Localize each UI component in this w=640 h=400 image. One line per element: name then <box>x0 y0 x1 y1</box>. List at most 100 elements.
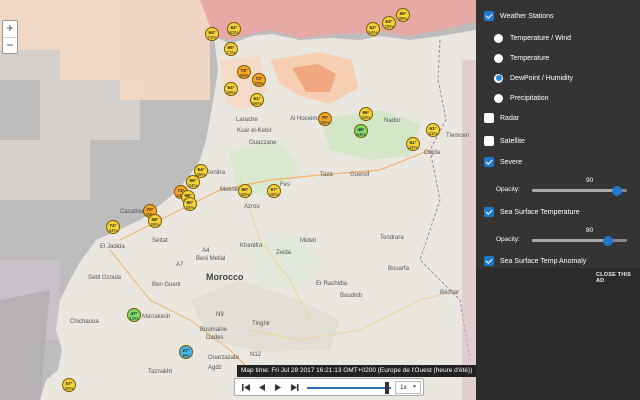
map-label: Ksar el-Kebir <box>237 128 272 134</box>
weather-station-marker[interactable]: 64° 39% <box>224 82 238 96</box>
radio-precipitation[interactable]: Precipitation <box>494 90 549 106</box>
map-label: Béchar <box>440 290 460 296</box>
skip-back-icon[interactable] <box>239 381 253 394</box>
checkbox-checked-icon[interactable] <box>484 256 494 266</box>
sst-opacity-label: Opacity: <box>496 236 520 243</box>
checkbox-checked-icon[interactable] <box>484 11 494 21</box>
zoom-out-button[interactable]: − <box>3 37 17 53</box>
timeline-handle[interactable] <box>384 382 389 394</box>
map-label: Beni Mellal <box>196 256 226 262</box>
map-label: Settat <box>152 238 168 244</box>
layer-label: Satellite <box>500 137 525 145</box>
weather-station-marker[interactable]: 72° 34% <box>106 220 120 234</box>
layer-label: Sea Surface Temperature <box>500 208 580 216</box>
checkbox-icon[interactable] <box>484 136 494 146</box>
layer-radar[interactable]: Radar <box>484 110 519 126</box>
weather-station-marker[interactable]: 62° 54% <box>366 22 380 36</box>
layer-label: Severe <box>500 158 523 166</box>
timeline-track[interactable] <box>307 387 391 389</box>
map-label: Tendrara <box>380 235 404 241</box>
layer-label: Radar <box>500 114 520 122</box>
layer-satellite[interactable]: Satellite <box>484 133 525 149</box>
map-label: Guercif <box>350 172 370 178</box>
map-label: Chichaoua <box>70 319 99 325</box>
slider-handle[interactable] <box>603 235 613 246</box>
layer-sea-surface-temperature[interactable]: Sea Surface Temperature <box>484 204 580 220</box>
layer-weather-stations[interactable]: Weather Stations <box>484 8 554 24</box>
weather-station-marker[interactable]: 64° 73% <box>205 27 219 41</box>
severe-opacity-value: 90 <box>586 177 594 184</box>
timeline-player: 1x ▼ <box>234 378 424 396</box>
radio-label: Temperature <box>510 54 550 62</box>
step-forward-icon[interactable] <box>287 381 301 394</box>
weather-station-marker[interactable]: 60° 30% <box>238 184 252 198</box>
map-label: Larache <box>236 117 258 123</box>
map-base <box>0 0 476 400</box>
map-label: Ouarzazate <box>208 355 240 361</box>
layer-list: Weather Stations Temperature / Wind Temp… <box>476 0 640 268</box>
sst-opacity-slider[interactable] <box>532 235 627 246</box>
weather-station-marker[interactable]: 65° 71% <box>224 42 238 56</box>
radio-icon[interactable] <box>494 53 503 63</box>
slider-handle[interactable] <box>612 185 622 196</box>
map-label: Agdz <box>208 365 222 371</box>
layer-sea-surface-temp-anomaly[interactable]: Sea Surface Temp Anomaly <box>484 253 586 269</box>
weather-station-marker[interactable]: 72° 20% <box>252 73 266 87</box>
weather-station-marker[interactable]: 70° 25% <box>318 112 332 126</box>
checkbox-icon[interactable] <box>484 113 494 123</box>
map-label: Ouazzane <box>249 140 277 146</box>
weather-station-marker[interactable]: 47° 10% <box>127 308 141 322</box>
radio-selected-icon[interactable] <box>494 73 503 83</box>
map-label: Er Rachidia <box>316 281 348 287</box>
radio-dewpoint-humidity[interactable]: DewPoint / Humidity <box>494 70 573 86</box>
map-label: Midelt <box>300 238 317 244</box>
road-label: N12 <box>250 352 262 358</box>
weather-station-marker[interactable]: 57° 25% <box>267 184 281 198</box>
speed-select[interactable]: 1x ▼ <box>395 381 421 394</box>
layer-panel: Weather Stations Temperature / Wind Temp… <box>476 0 640 400</box>
radio-icon[interactable] <box>494 93 503 103</box>
map-label: Marrakesh <box>142 314 171 320</box>
weather-station-marker[interactable]: 62° 63% <box>227 22 241 36</box>
zoom-control: + − <box>2 20 18 54</box>
weather-station-marker[interactable]: 61° 41% <box>426 123 440 137</box>
play-icon[interactable] <box>271 381 285 394</box>
map-label: Zeida <box>276 250 292 256</box>
map-label: Kenitra <box>206 170 226 176</box>
weather-station-marker[interactable]: 60° 34% <box>183 197 197 211</box>
weather-station-marker[interactable]: 61° 56% <box>250 93 264 107</box>
severe-opacity-slider[interactable] <box>532 185 627 196</box>
road-label: A7 <box>176 262 184 268</box>
map-label: Morocco <box>206 272 244 282</box>
weather-station-marker[interactable]: 66° 32% <box>359 107 373 121</box>
chevron-down-icon: ▼ <box>412 384 417 390</box>
map-label: Al Hoceima <box>290 116 321 122</box>
weather-station-marker[interactable]: 57° 30% <box>62 378 76 392</box>
weather-station-marker[interactable]: 65° 39% <box>396 8 410 22</box>
weather-station-marker[interactable]: 66° 34% <box>186 175 200 189</box>
map-label: Fes <box>280 182 291 188</box>
radio-icon[interactable] <box>494 33 503 43</box>
map-label: Dades <box>206 335 224 341</box>
weather-station-marker[interactable]: 51° 44% <box>406 137 420 151</box>
checkbox-checked-icon[interactable] <box>484 157 494 167</box>
weather-station-marker[interactable]: 46° 64% <box>354 124 368 138</box>
weather-station-marker[interactable]: 63° 78% <box>382 16 396 30</box>
weather-station-marker[interactable]: 58° 28% <box>148 214 162 228</box>
layer-label: Sea Surface Temp Anomaly <box>500 257 587 265</box>
map-label: Ben Guerir <box>152 282 182 288</box>
radio-temperature[interactable]: Temperature <box>494 50 549 66</box>
radio-temperature-wind[interactable]: Temperature / Wind <box>494 30 571 46</box>
map-label: Tlemcen <box>446 133 470 139</box>
speed-value: 1x <box>400 384 407 391</box>
severe-opacity-label: Opacity: <box>496 186 520 193</box>
layer-severe[interactable]: Severe <box>484 154 522 170</box>
map-label: Taza <box>320 172 333 178</box>
map-time-readout: Map time: Fri Jul 28 2017 16:21:13 GMT+0… <box>237 365 477 377</box>
close-ad-link[interactable]: CLOSE THIS AD <box>596 272 640 284</box>
checkbox-checked-icon[interactable] <box>484 207 494 217</box>
zoom-in-button[interactable]: + <box>3 21 17 37</box>
step-back-icon[interactable] <box>255 381 269 394</box>
weather-station-marker[interactable]: 73° 26% <box>237 65 251 79</box>
weather-station-marker[interactable]: 27° 6% <box>179 345 193 359</box>
